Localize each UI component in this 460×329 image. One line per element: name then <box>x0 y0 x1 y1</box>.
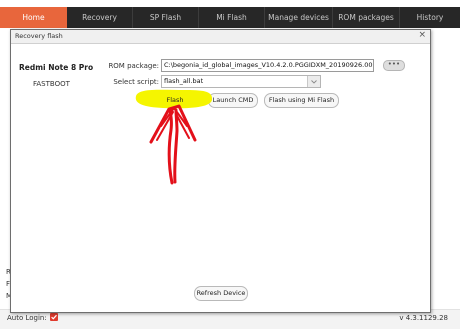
browse-button[interactable]: ••• <box>383 60 405 71</box>
dialog-title-bar: Recovery flash × <box>11 30 430 44</box>
tab-mi-flash[interactable]: Mi Flash <box>199 7 264 28</box>
tab-recovery[interactable]: Recovery <box>67 7 132 28</box>
auto-login-checkbox[interactable] <box>50 313 58 321</box>
tab-rom-packages[interactable]: ROM packages <box>333 7 399 28</box>
script-select[interactable]: flash_all.bat <box>161 75 321 88</box>
script-select-value: flash_all.bat <box>164 77 204 85</box>
rom-package-label: ROM package: <box>108 62 159 70</box>
close-icon[interactable]: × <box>418 30 426 40</box>
select-script-label: Select script: <box>113 78 159 86</box>
red-arrow-annotation <box>149 104 197 185</box>
device-mode: FASTBOOT <box>33 80 70 88</box>
flash-button[interactable]: Flash <box>153 93 197 108</box>
chevron-down-icon <box>307 76 320 87</box>
launch-cmd-button[interactable]: Launch CMD <box>208 93 258 108</box>
auto-login-label: Auto Login: <box>7 314 47 322</box>
tab-history[interactable]: History <box>400 7 460 28</box>
dialog-title: Recovery flash <box>15 32 63 40</box>
rom-package-field[interactable]: C:\begonia_id_global_images_V10.4.2.0.PG… <box>161 59 374 72</box>
refresh-device-button[interactable]: Refresh Device <box>194 286 248 301</box>
flash-using-mi-flash-button[interactable]: Flash using Mi Flash <box>264 93 339 108</box>
tab-home[interactable]: Home <box>0 7 67 28</box>
version-label: v 4.3.1129.28 <box>399 314 448 322</box>
tab-sp-flash[interactable]: SP Flash <box>133 7 198 28</box>
checkmark-icon <box>51 314 57 320</box>
tab-manage-devices[interactable]: Manage devices <box>265 7 332 28</box>
device-name: Redmi Note 8 Pro <box>19 63 94 72</box>
top-navigation: Home Recovery SP Flash Mi Flash Manage d… <box>0 7 460 28</box>
highlight-annotation <box>135 89 213 109</box>
recovery-flash-dialog: Recovery flash × Redmi Note 8 Pro FASTBO… <box>10 29 431 313</box>
